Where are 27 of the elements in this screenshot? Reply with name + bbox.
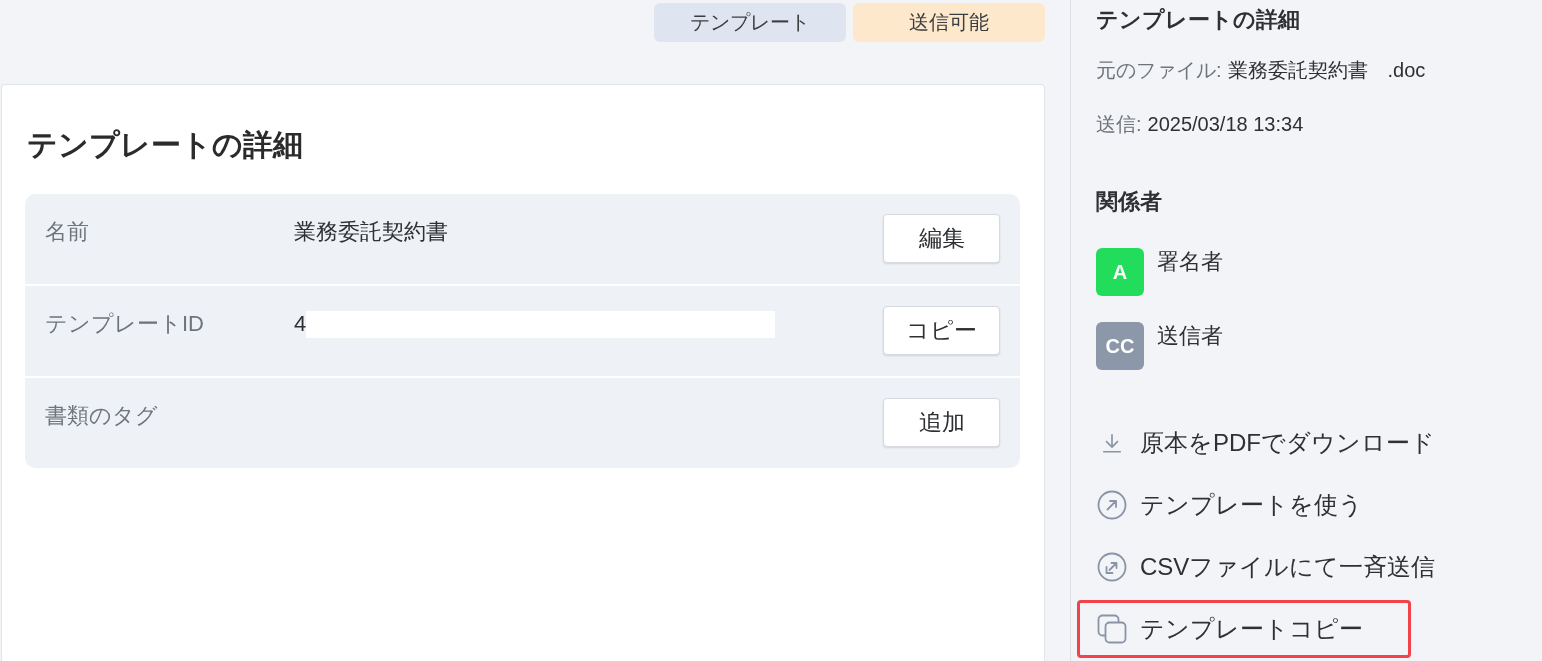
copy-icon bbox=[1097, 614, 1127, 644]
sidebar-heading: テンプレートの詳細 bbox=[1096, 6, 1300, 34]
sidebar-heading: 関係者 bbox=[1096, 188, 1162, 216]
field-label: 名前 bbox=[45, 218, 90, 246]
field-value: 4 bbox=[294, 310, 307, 338]
participant-name: 署名者 bbox=[1157, 248, 1223, 276]
action-button[interactable]: コピー bbox=[883, 306, 1000, 355]
sidebar-link[interactable]: 原本をPDFでダウンロード bbox=[1077, 414, 1483, 472]
field-label: テンプレートID bbox=[45, 310, 205, 338]
sidebar-link[interactable]: テンプレートコピー bbox=[1077, 600, 1411, 658]
sidebar-link[interactable]: テンプレートを使う bbox=[1077, 476, 1411, 534]
meta-value: 2025/03/18 13:34 bbox=[1147, 112, 1304, 137]
status-tag: テンプレート bbox=[654, 3, 846, 42]
meta-label: 元のファイル: bbox=[1096, 58, 1222, 83]
action-button[interactable]: 追加 bbox=[883, 398, 1000, 447]
initials-avatar: CC bbox=[1096, 322, 1144, 370]
field-label: 書類のタグ bbox=[45, 402, 159, 430]
section-heading: テンプレートの詳細 bbox=[27, 127, 304, 163]
sidebar-link[interactable]: CSVファイルにて一斉送信 bbox=[1077, 538, 1484, 596]
participant-name: 送信者 bbox=[1157, 322, 1223, 350]
action-button[interactable]: 編集 bbox=[883, 214, 1000, 263]
meta-value: 業務委託契約書 .doc bbox=[1227, 58, 1426, 83]
download-icon bbox=[1101, 432, 1123, 454]
status-tag: 送信可能 bbox=[853, 3, 1045, 42]
meta-label: 送信: bbox=[1096, 112, 1142, 137]
field-value: 業務委託契約書 bbox=[294, 218, 448, 246]
initials-avatar: A bbox=[1096, 248, 1144, 296]
